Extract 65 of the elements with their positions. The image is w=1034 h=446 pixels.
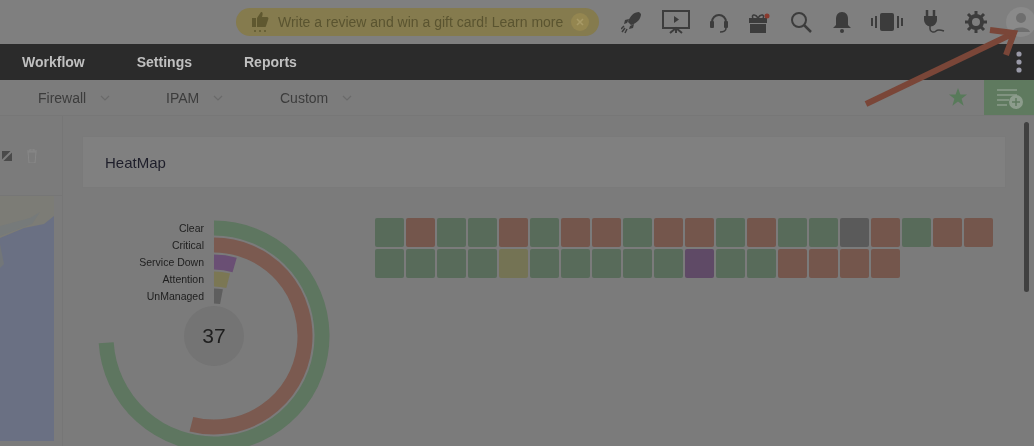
submenu-dropdown[interactable]: Custom	[280, 89, 408, 106]
heatmap-cell[interactable]	[654, 218, 683, 247]
settings-icon[interactable]	[965, 11, 988, 33]
heatmap-cell[interactable]	[499, 249, 528, 278]
heatmap-cell[interactable]	[623, 218, 652, 247]
heatmap-cell[interactable]	[375, 249, 404, 278]
submenu-dropdown[interactable]: IPAM	[166, 89, 280, 106]
heatmap-cell[interactable]	[747, 218, 776, 247]
heatmap-cell[interactable]	[809, 218, 838, 247]
more-options-icon[interactable]	[1016, 51, 1022, 73]
heatmap-cell[interactable]	[778, 249, 807, 278]
search-icon[interactable]	[789, 10, 814, 34]
star-icon[interactable]	[948, 88, 968, 107]
heatmap-cell[interactable]	[716, 249, 745, 278]
bell-icon[interactable]	[832, 10, 853, 34]
presentation-icon[interactable]	[662, 9, 691, 35]
vibrating-device-icon[interactable]	[871, 12, 904, 32]
heatmap-cell[interactable]	[933, 218, 962, 247]
rocket-icon[interactable]	[621, 10, 644, 34]
total-count: 37	[184, 306, 244, 366]
plug-icon[interactable]	[922, 9, 947, 35]
submenu-dropdown[interactable]: Firewall	[38, 89, 166, 106]
heatmap-cell[interactable]	[685, 218, 714, 247]
heatmap-cell[interactable]	[871, 218, 900, 247]
heatmap-cell[interactable]	[592, 218, 621, 247]
thumbs-up-icon	[250, 11, 270, 33]
panel-title: HeatMap	[105, 153, 166, 171]
heatmap-cell[interactable]	[499, 218, 528, 247]
user-avatar-icon[interactable]	[1006, 7, 1034, 37]
close-icon[interactable]	[571, 13, 590, 31]
legend-label: Clear	[178, 221, 204, 236]
heatmap-cell[interactable]	[809, 249, 838, 278]
heatmap-cell[interactable]	[437, 249, 466, 278]
legend-label: Critical	[171, 238, 204, 253]
heatmap-cell[interactable]	[964, 218, 993, 247]
heatmap-cell[interactable]	[685, 249, 714, 278]
heatmap-cell[interactable]	[840, 249, 869, 278]
legend-label: UnManaged	[146, 289, 204, 304]
legend-label: Attention	[162, 272, 204, 287]
heatmap-cell[interactable]	[871, 249, 900, 278]
heatmap-cell[interactable]	[406, 249, 435, 278]
heatmap-cell[interactable]	[623, 249, 652, 278]
heatmap-cell[interactable]	[375, 218, 404, 247]
heatmap-cell[interactable]	[654, 249, 683, 278]
heatmap-cell[interactable]	[468, 249, 497, 278]
nav-menu-item[interactable]: Settings	[136, 54, 192, 70]
heatmap-cell[interactable]	[592, 249, 621, 278]
heatmap-cell[interactable]	[561, 218, 590, 247]
nav-menu-item[interactable]: Reports	[244, 54, 297, 70]
add-widget-button[interactable]	[984, 80, 1034, 115]
heatmap-cell[interactable]	[902, 218, 931, 247]
heatmap-cell[interactable]	[468, 218, 497, 247]
heatmap-cell[interactable]	[778, 218, 807, 247]
resize-icon[interactable]	[2, 150, 12, 161]
heatmap-cell[interactable]	[561, 249, 590, 278]
legend-label: Service Down	[139, 255, 204, 270]
nav-menu-item[interactable]: Workflow	[22, 54, 85, 70]
heatmap-cell[interactable]	[406, 218, 435, 247]
heatmap-cell[interactable]	[530, 218, 559, 247]
heatmap-cell[interactable]	[747, 249, 776, 278]
heatmap-cell[interactable]	[840, 218, 869, 247]
heatmap-cell[interactable]	[530, 249, 559, 278]
heatmap-cell[interactable]	[437, 218, 466, 247]
scrollbar-thumb[interactable]	[1024, 122, 1029, 292]
heatmap-cell[interactable]	[716, 218, 745, 247]
